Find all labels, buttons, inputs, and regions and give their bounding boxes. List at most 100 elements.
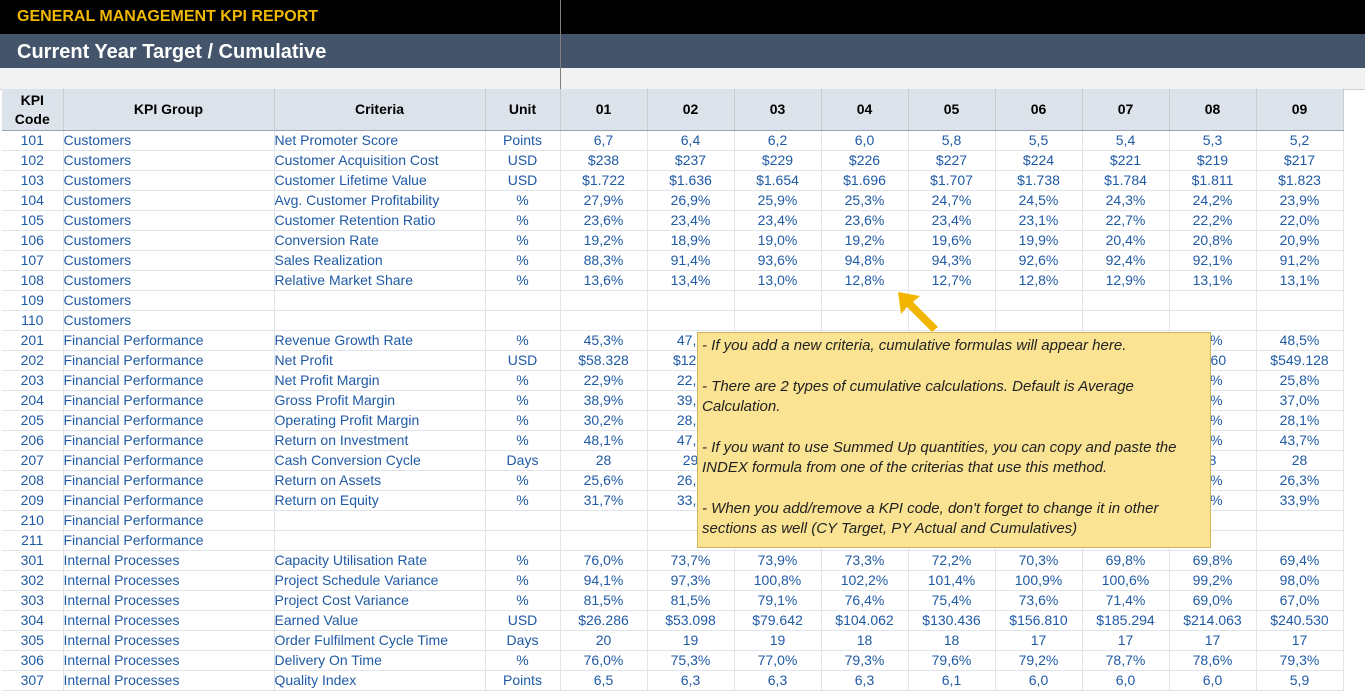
month-value-cell[interactable]: 6,0 xyxy=(1169,670,1257,691)
month-value-cell[interactable]: 73,7% xyxy=(647,550,735,571)
month-value-cell[interactable]: 23,9% xyxy=(1256,190,1344,211)
month-value-cell[interactable]: 23,1% xyxy=(995,210,1083,231)
kpi-group-cell[interactable]: Customers xyxy=(62,130,275,151)
month-value-cell[interactable]: $549.128 xyxy=(1256,350,1344,371)
month-value-cell[interactable]: 13,1% xyxy=(1169,270,1257,291)
criteria-cell[interactable]: Quality Index xyxy=(273,670,486,691)
kpi-group-cell[interactable]: Internal Processes xyxy=(62,650,275,671)
kpi-code-cell[interactable]: 104 xyxy=(2,190,64,211)
criteria-cell[interactable]: Project Cost Variance xyxy=(273,590,486,611)
month-value-cell[interactable]: $227 xyxy=(908,150,996,171)
kpi-group-cell[interactable]: Internal Processes xyxy=(62,630,275,651)
month-value-cell[interactable] xyxy=(559,510,648,531)
month-value-cell[interactable]: 20 xyxy=(559,630,648,651)
kpi-code-cell[interactable]: 302 xyxy=(2,570,64,591)
month-value-cell[interactable] xyxy=(734,310,822,331)
kpi-group-cell[interactable]: Customers xyxy=(62,270,275,291)
kpi-code-cell[interactable]: 204 xyxy=(2,390,64,411)
month-value-cell[interactable]: 6,2 xyxy=(734,130,822,151)
header-month[interactable]: 04 xyxy=(821,89,909,131)
kpi-code-cell[interactable]: 303 xyxy=(2,590,64,611)
kpi-group-cell[interactable]: Customers xyxy=(62,190,275,211)
month-value-cell[interactable]: $1.696 xyxy=(821,170,909,191)
kpi-group-cell[interactable]: Financial Performance xyxy=(62,390,275,411)
criteria-cell[interactable]: Net Profit xyxy=(273,350,486,371)
month-value-cell[interactable]: $26.286 xyxy=(559,610,648,631)
month-value-cell[interactable] xyxy=(1256,530,1344,551)
kpi-code-cell[interactable]: 106 xyxy=(2,230,64,251)
month-value-cell[interactable]: $1.654 xyxy=(734,170,822,191)
month-value-cell[interactable] xyxy=(1169,310,1257,331)
month-value-cell[interactable]: 24,5% xyxy=(995,190,1083,211)
unit-cell[interactable]: % xyxy=(485,590,561,611)
criteria-cell[interactable] xyxy=(273,510,486,531)
month-value-cell[interactable]: 5,8 xyxy=(908,130,996,151)
kpi-code-cell[interactable]: 206 xyxy=(2,430,64,451)
criteria-cell[interactable]: Project Schedule Variance xyxy=(273,570,486,591)
kpi-group-cell[interactable]: Customers xyxy=(62,150,275,171)
kpi-group-cell[interactable]: Customers xyxy=(62,250,275,271)
month-value-cell[interactable]: 22,0% xyxy=(1256,210,1344,231)
month-value-cell[interactable]: 19 xyxy=(647,630,735,651)
unit-cell[interactable]: % xyxy=(485,550,561,571)
month-value-cell[interactable]: 24,3% xyxy=(1082,190,1170,211)
month-value-cell[interactable]: 24,7% xyxy=(908,190,996,211)
unit-cell[interactable]: USD xyxy=(485,350,561,371)
criteria-cell[interactable]: Order Fulfilment Cycle Time xyxy=(273,630,486,651)
month-value-cell[interactable] xyxy=(1256,310,1344,331)
criteria-cell[interactable]: Return on Assets xyxy=(273,470,486,491)
unit-cell[interactable]: % xyxy=(485,190,561,211)
month-value-cell[interactable]: $221 xyxy=(1082,150,1170,171)
month-value-cell[interactable] xyxy=(821,310,909,331)
month-value-cell[interactable]: $53.098 xyxy=(647,610,735,631)
unit-cell[interactable]: % xyxy=(485,210,561,231)
month-value-cell[interactable]: 38,9% xyxy=(559,390,648,411)
month-value-cell[interactable]: $214.063 xyxy=(1169,610,1257,631)
month-value-cell[interactable]: 18,9% xyxy=(647,230,735,251)
month-value-cell[interactable]: 20,4% xyxy=(1082,230,1170,251)
month-value-cell[interactable] xyxy=(559,530,648,551)
unit-cell[interactable]: Points xyxy=(485,130,561,151)
month-value-cell[interactable]: $1.707 xyxy=(908,170,996,191)
month-value-cell[interactable]: 30,2% xyxy=(559,410,648,431)
month-value-cell[interactable] xyxy=(647,310,735,331)
month-value-cell[interactable]: $1.722 xyxy=(559,170,648,191)
month-value-cell[interactable]: $79.642 xyxy=(734,610,822,631)
month-value-cell[interactable]: 37,0% xyxy=(1256,390,1344,411)
kpi-code-cell[interactable]: 109 xyxy=(2,290,64,311)
kpi-code-cell[interactable]: 209 xyxy=(2,490,64,511)
month-value-cell[interactable]: 73,3% xyxy=(821,550,909,571)
criteria-cell[interactable]: Gross Profit Margin xyxy=(273,390,486,411)
criteria-cell[interactable]: Conversion Rate xyxy=(273,230,486,251)
month-value-cell[interactable]: 23,4% xyxy=(908,210,996,231)
unit-cell[interactable]: % xyxy=(485,330,561,351)
month-value-cell[interactable]: 12,8% xyxy=(821,270,909,291)
header-month[interactable]: 08 xyxy=(1169,89,1257,131)
unit-cell[interactable]: % xyxy=(485,570,561,591)
month-value-cell[interactable]: 69,8% xyxy=(1082,550,1170,571)
unit-cell[interactable]: Days xyxy=(485,630,561,651)
month-value-cell[interactable]: 94,1% xyxy=(559,570,648,591)
month-value-cell[interactable]: 43,7% xyxy=(1256,430,1344,451)
comment-note[interactable]: - If you add a new criteria, cumulative … xyxy=(697,332,1211,548)
month-value-cell[interactable]: $226 xyxy=(821,150,909,171)
kpi-group-cell[interactable]: Customers xyxy=(62,230,275,251)
kpi-code-cell[interactable]: 201 xyxy=(2,330,64,351)
month-value-cell[interactable]: 6,3 xyxy=(821,670,909,691)
month-value-cell[interactable]: 98,0% xyxy=(1256,570,1344,591)
header-month[interactable]: 03 xyxy=(734,89,822,131)
month-value-cell[interactable]: 23,4% xyxy=(647,210,735,231)
month-value-cell[interactable]: 88,3% xyxy=(559,250,648,271)
month-value-cell[interactable]: 26,3% xyxy=(1256,470,1344,491)
month-value-cell[interactable] xyxy=(995,310,1083,331)
month-value-cell[interactable]: 5,5 xyxy=(995,130,1083,151)
month-value-cell[interactable]: 23,6% xyxy=(821,210,909,231)
kpi-code-cell[interactable]: 210 xyxy=(2,510,64,531)
month-value-cell[interactable]: 102,2% xyxy=(821,570,909,591)
criteria-cell[interactable]: Earned Value xyxy=(273,610,486,631)
month-value-cell[interactable]: 6,5 xyxy=(559,670,648,691)
month-value-cell[interactable]: 12,7% xyxy=(908,270,996,291)
month-value-cell[interactable]: 19,9% xyxy=(995,230,1083,251)
month-value-cell[interactable]: 101,4% xyxy=(908,570,996,591)
month-value-cell[interactable]: 25,8% xyxy=(1256,370,1344,391)
